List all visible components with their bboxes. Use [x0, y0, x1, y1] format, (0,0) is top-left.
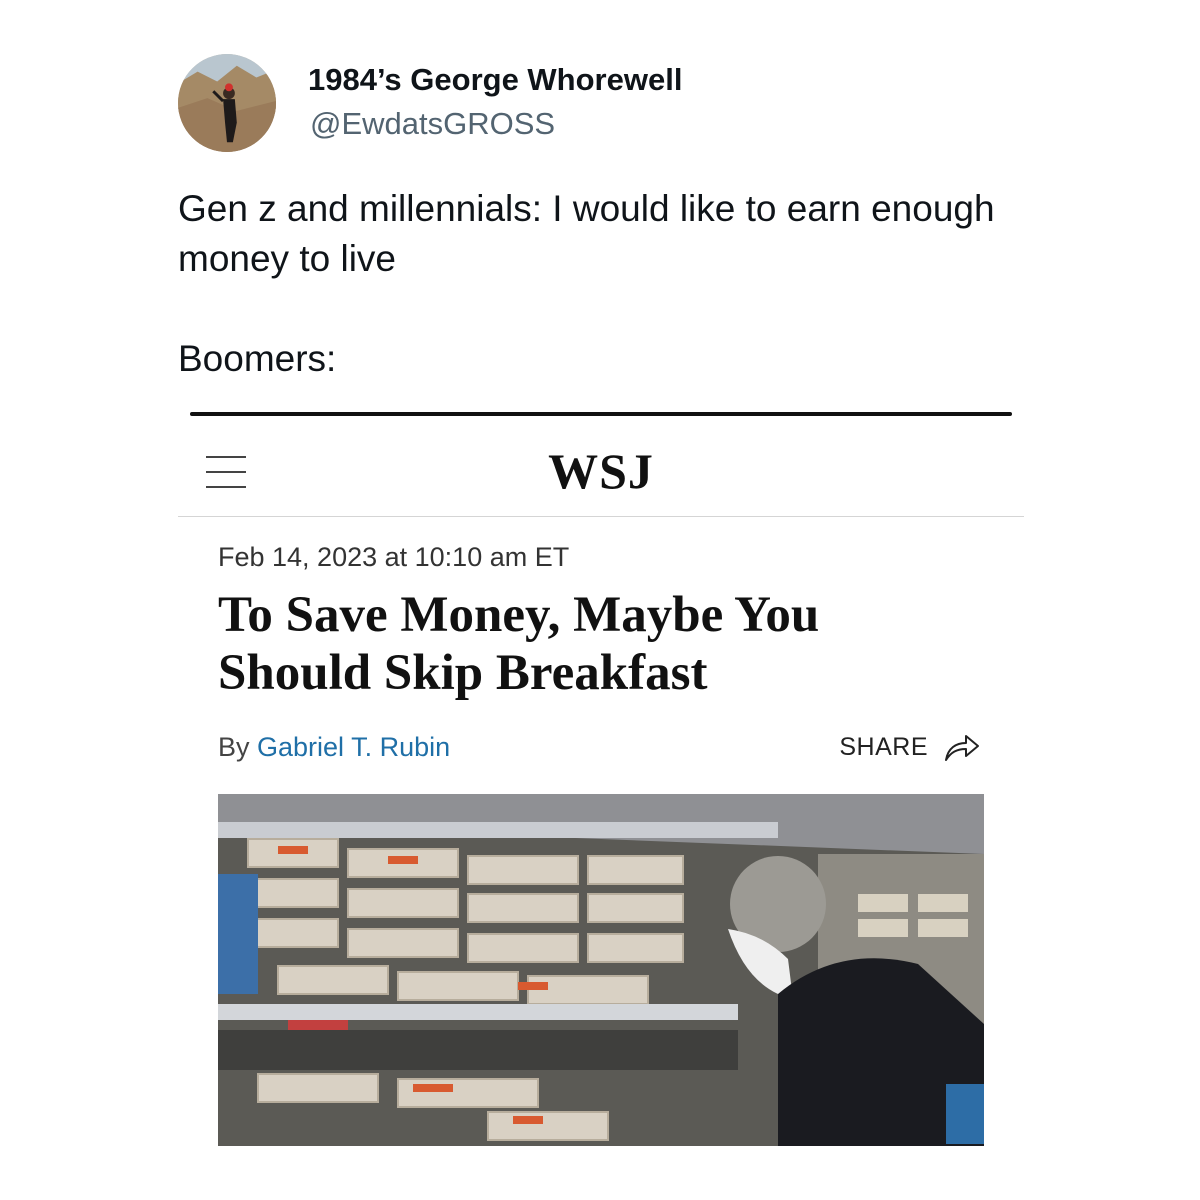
byline-prefix: By [218, 732, 258, 762]
tweet-text-line: Gen z and millennials: I would like to e… [178, 188, 995, 279]
embedded-article-screenshot: WSJ Feb 14, 2023 at 10:10 am ET To Save … [178, 408, 1024, 1148]
article-byline: By Gabriel T. Rubin [218, 732, 450, 763]
user-avatar[interactable] [178, 54, 276, 152]
masthead-divider [178, 516, 1024, 517]
article-hero-photo [218, 794, 984, 1146]
share-button[interactable]: SHARE [839, 730, 982, 764]
wsj-logo[interactable]: WSJ [178, 442, 1024, 500]
display-name[interactable]: 1984’s George Whorewell [308, 62, 682, 98]
article-headline: To Save Money, Maybe You Should Skip Bre… [218, 587, 820, 701]
share-label: SHARE [839, 732, 928, 761]
author-link[interactable]: Gabriel T. Rubin [257, 732, 450, 762]
user-handle[interactable]: @EwdatsGROSS [310, 106, 555, 142]
share-arrow-icon [945, 735, 979, 761]
tweet-text: Gen z and millennials: I would like to e… [178, 184, 1038, 384]
tweet-header: 1984’s George Whorewell @EwdatsGROSS [178, 52, 1078, 152]
tweet-text-line: Boomers: [178, 338, 337, 379]
divider [190, 412, 1012, 416]
article-dateline: Feb 14, 2023 at 10:10 am ET [218, 542, 570, 572]
